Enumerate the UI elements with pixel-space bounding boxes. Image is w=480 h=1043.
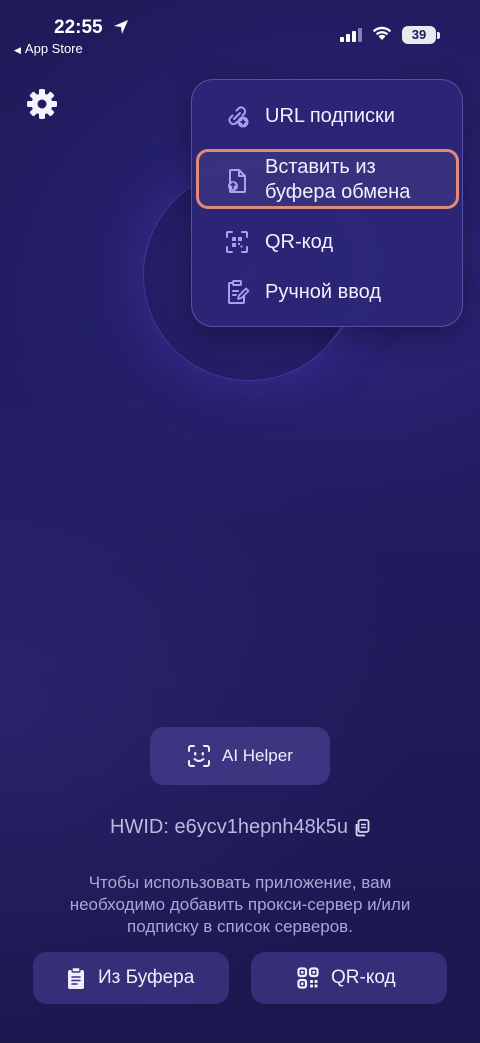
back-app-label: App Store (24, 41, 83, 56)
location-arrow-icon (114, 20, 128, 34)
wifi-icon (372, 26, 392, 40)
face-scan-icon (188, 745, 210, 767)
status-time: 22:55 (54, 17, 103, 38)
battery-icon: 39 (402, 26, 436, 44)
battery-tip (437, 32, 440, 39)
link-plus-icon (228, 106, 249, 128)
qr-code-label: QR-код (331, 967, 396, 988)
info-text: Чтобы использовать приложение, вам необх… (69, 873, 411, 936)
signal-icon (340, 28, 362, 42)
menu-item-url-subscription[interactable]: URL подписки (192, 98, 462, 134)
gear-icon[interactable] (26, 88, 58, 120)
qr-code-button[interactable]: QR-код (251, 952, 447, 1004)
menu-item-label: QR-код (265, 231, 333, 253)
menu-item-label: URL подписки (265, 105, 395, 127)
menu-item-label: Ручной ввод (265, 281, 382, 303)
highlight-box (196, 149, 459, 209)
clipboard-edit-icon (228, 280, 250, 304)
status-bar: 22:55 ◀ App Store 39 (0, 0, 480, 70)
back-to-app-store-link[interactable]: ◀ App Store (14, 41, 83, 56)
copy-icon[interactable] (354, 818, 370, 837)
menu-item-qr-code[interactable]: QR-код (192, 224, 462, 260)
menu-item-manual-input[interactable]: Ручной ввод (192, 274, 462, 310)
qr-icon (297, 967, 319, 989)
ai-helper-label: AI Helper (222, 746, 293, 765)
back-triangle-icon: ◀ (14, 45, 21, 55)
qr-scan-icon (226, 231, 248, 253)
hwid-text: HWID: e6ycv1hepnh48k5u (110, 816, 348, 838)
hwid-row: HWID: e6ycv1hepnh48k5u (0, 816, 480, 839)
paste-from-clipboard-button[interactable]: Из Буфера (33, 952, 229, 1004)
ai-helper-button[interactable]: AI Helper (150, 727, 330, 785)
paste-from-clipboard-label: Из Буфера (98, 967, 195, 988)
clipboard-icon (68, 967, 84, 989)
